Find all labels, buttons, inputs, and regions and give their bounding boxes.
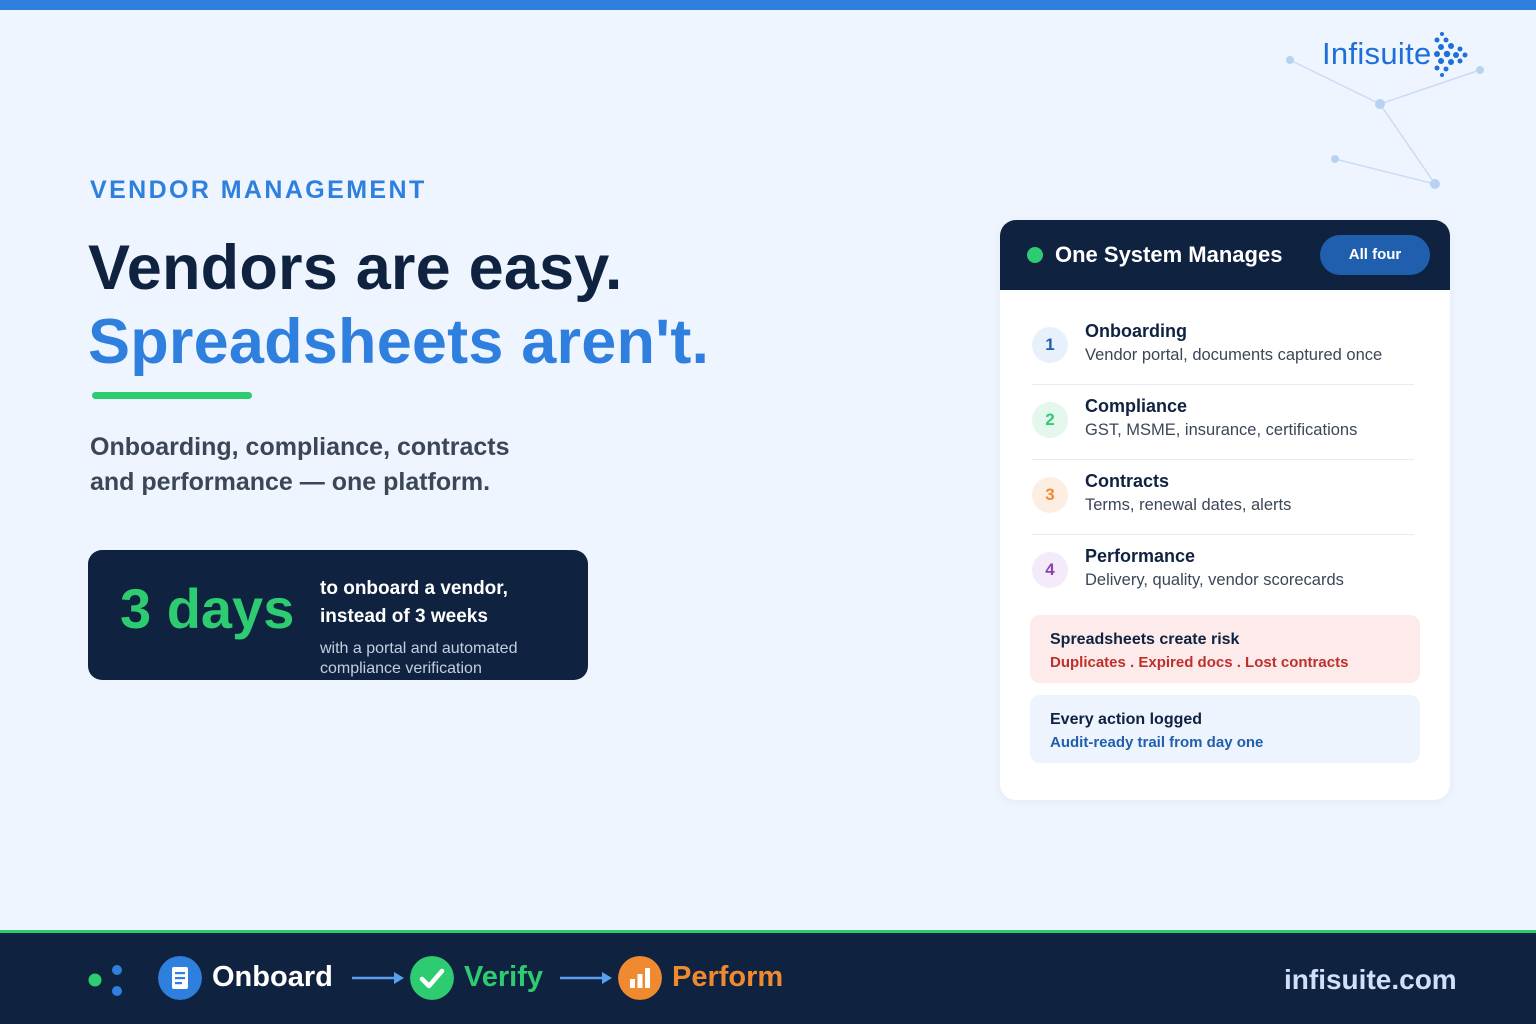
risk-callout: Spreadsheets create risk Duplicates . Ex… <box>1030 615 1420 683</box>
subheadline-line-1: Onboarding, compliance, contracts <box>90 433 510 461</box>
feature-item-performance: 4 Performance Delivery, quality, vendor … <box>1032 535 1414 610</box>
headline-underline <box>92 392 252 399</box>
website-link[interactable]: infisuite.com <box>1284 964 1457 996</box>
feature-title: Performance <box>1085 546 1196 566</box>
document-icon <box>158 956 202 1000</box>
feature-title: Onboarding <box>1085 321 1187 341</box>
all-four-badge: All four <box>1320 235 1430 275</box>
stat-description: to onboard a vendor, instead of 3 weeks <box>320 575 560 631</box>
arrow-right-icon <box>352 972 404 984</box>
feature-title: Compliance <box>1085 396 1188 416</box>
headline-line-2: Spreadsheets aren't. <box>88 307 710 377</box>
feature-number-badge: 1 <box>1032 327 1068 363</box>
dot-cluster-icon <box>1433 32 1468 77</box>
feature-description: Delivery, quality, vendor scorecards <box>1085 571 1344 589</box>
feature-description: Vendor portal, documents captured once <box>1085 346 1383 364</box>
step-perform-label: Perform <box>672 961 784 993</box>
feature-number-badge: 3 <box>1032 477 1068 513</box>
brand-logo: Infisuite <box>1322 30 1470 78</box>
feature-list: 1 Onboarding Vendor portal, documents ca… <box>1032 310 1414 610</box>
panel-header: One System Manages All four <box>1000 220 1450 290</box>
headline-line-1: Vendors are easy. <box>88 233 623 303</box>
panel-title: One System Manages <box>1055 242 1283 267</box>
footer-dots-icon <box>88 965 122 996</box>
section-eyebrow: VENDOR MANAGEMENT <box>90 176 427 204</box>
checkmark-icon <box>410 956 454 1000</box>
status-dot-icon <box>1027 247 1043 263</box>
step-onboard-label: Onboard <box>212 961 333 993</box>
stat-description-line-1: to onboard a vendor, <box>320 578 508 599</box>
feature-description: GST, MSME, insurance, certifications <box>1085 421 1358 439</box>
feature-item-onboarding: 1 Onboarding Vendor portal, documents ca… <box>1032 310 1414 385</box>
audit-callout-detail: Audit-ready trail from day one <box>1050 734 1264 751</box>
stat-value: 3 days <box>120 577 295 640</box>
feature-description: Terms, renewal dates, alerts <box>1085 496 1292 514</box>
step-verify-label: Verify <box>464 961 543 993</box>
top-accent-bar <box>0 0 1536 10</box>
stat-note-line-2: compliance verification <box>320 660 482 677</box>
feature-number-badge: 2 <box>1032 402 1068 438</box>
subheadline-line-2: and performance — one platform. <box>90 468 491 496</box>
stat-note: with a portal and automated compliance v… <box>320 639 570 679</box>
stat-note-line-1: with a portal and automated <box>320 640 518 657</box>
feature-title: Contracts <box>1085 471 1170 491</box>
audit-callout-title: Every action logged <box>1050 711 1203 728</box>
risk-callout-title: Spreadsheets create risk <box>1050 631 1240 648</box>
stat-card: 3 days to onboard a vendor, instead of 3… <box>88 550 588 680</box>
stat-description-line-2: instead of 3 weeks <box>320 606 488 627</box>
footer-bar: Onboard Verify Perform infisuite.com <box>0 930 1536 1024</box>
audit-callout: Every action logged Audit-ready trail fr… <box>1030 695 1420 763</box>
subheadline: Onboarding, compliance, contracts and pe… <box>90 430 510 500</box>
feature-item-compliance: 2 Compliance GST, MSME, insurance, certi… <box>1032 385 1414 460</box>
feature-item-contracts: 3 Contracts Terms, renewal dates, alerts <box>1032 460 1414 535</box>
arrow-right-icon <box>560 972 612 984</box>
feature-number-badge: 4 <box>1032 552 1068 588</box>
logo-text: Infisuite <box>1322 36 1432 71</box>
bar-chart-icon <box>618 956 662 1000</box>
risk-callout-detail: Duplicates . Expired docs . Lost contrac… <box>1050 654 1349 671</box>
features-panel: One System Manages All four 1 Onboarding… <box>1000 220 1450 800</box>
